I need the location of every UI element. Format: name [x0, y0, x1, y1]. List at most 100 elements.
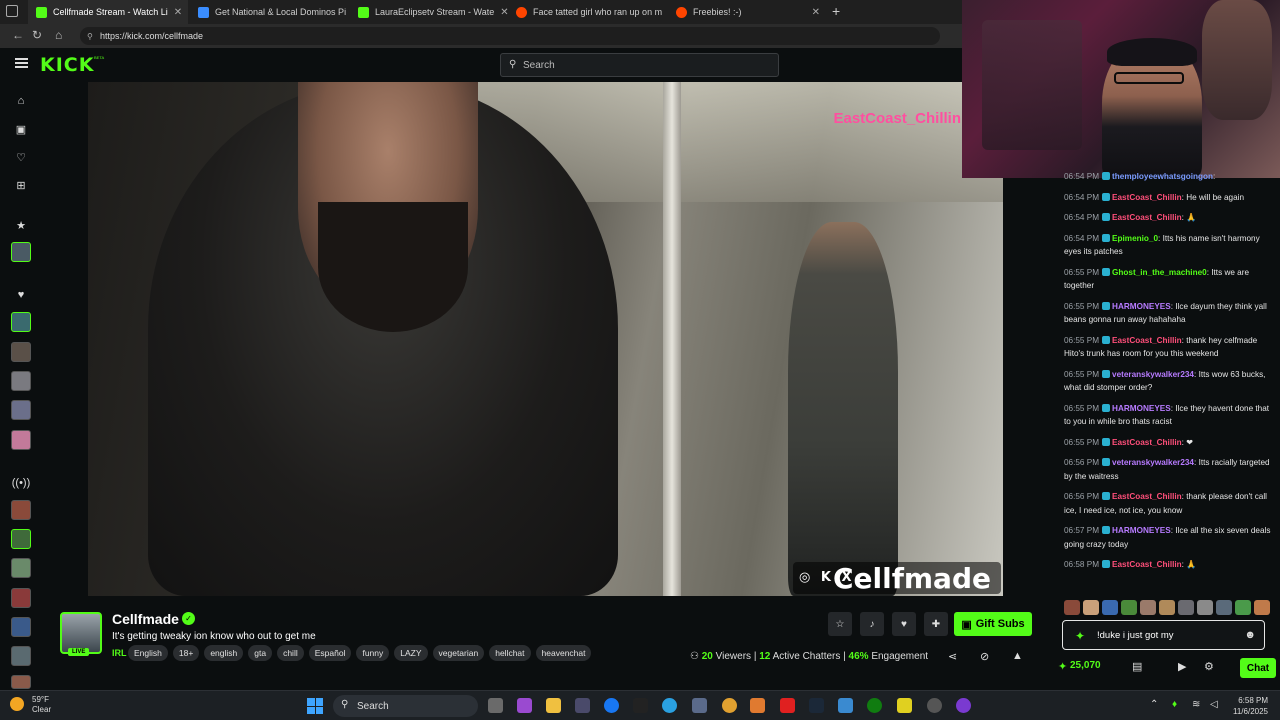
tab-actions-icon[interactable]: [6, 5, 18, 17]
live-channel-avatar[interactable]: [11, 558, 31, 578]
vlc-icon[interactable]: [750, 698, 765, 713]
favorite-star-button[interactable]: ☆: [828, 612, 852, 636]
stream-tag[interactable]: vegetarian: [432, 645, 485, 661]
live-channel-avatar[interactable]: [11, 617, 31, 637]
follow-heart-button[interactable]: ♥: [892, 612, 916, 636]
emoji-picker-icon[interactable]: ☻: [1244, 629, 1256, 641]
message-username[interactable]: EastCoast_Chillin: [1112, 336, 1182, 345]
hide-icon[interactable]: ⊘: [980, 650, 989, 663]
stream-tag[interactable]: gta: [248, 645, 273, 661]
windows-start-icon[interactable]: [307, 698, 323, 714]
stream-tag[interactable]: english: [204, 645, 244, 661]
taskbar-search[interactable]: ⚲ Search: [333, 695, 478, 717]
sparkle-icon[interactable]: ✦: [1075, 629, 1085, 643]
stream-tag[interactable]: Español: [308, 645, 352, 661]
back-icon[interactable]: ←: [12, 28, 24, 42]
recommended-channel-avatar[interactable]: [11, 242, 31, 262]
emote[interactable]: [1254, 600, 1270, 615]
live-channel-avatar[interactable]: [11, 675, 31, 689]
stream-tag[interactable]: 18+: [172, 645, 200, 661]
channel-points[interactable]: 25,070: [1070, 660, 1101, 671]
channel-name[interactable]: Cellfmade: [112, 611, 179, 627]
home-icon[interactable]: ⌂: [12, 92, 30, 110]
live-channel-avatar[interactable]: [11, 500, 31, 520]
stream-tag[interactable]: English: [128, 645, 168, 661]
stream-tag[interactable]: LAZY: [394, 645, 428, 661]
system-clock[interactable]: 6:58 PM 11/6/2025: [1233, 695, 1268, 717]
star-icon[interactable]: ★: [12, 216, 30, 234]
emote[interactable]: [1140, 600, 1156, 615]
close-tab-icon[interactable]: ✕: [812, 7, 820, 18]
youtube-icon[interactable]: [780, 698, 795, 713]
task-view-icon[interactable]: [488, 698, 503, 713]
share-icon[interactable]: ▶: [1178, 660, 1186, 673]
message-username[interactable]: EastCoast_Chillin: [1112, 492, 1182, 501]
report-icon[interactable]: ▲: [1012, 650, 1023, 662]
video-player[interactable]: EastCoast_Chillin ◎ K X Cellfmade: [88, 82, 1003, 596]
message-username[interactable]: EastCoast_Chillin: [1112, 438, 1182, 447]
new-tab-button[interactable]: +: [832, 3, 840, 19]
message-username[interactable]: HARMONEYES: [1112, 302, 1171, 311]
volume-icon[interactable]: ◁: [1210, 699, 1218, 710]
reload-icon[interactable]: ↻: [32, 28, 42, 42]
facebook-icon[interactable]: [604, 698, 619, 713]
url-field[interactable]: ⚲ https://kick.com/cellfmade: [80, 27, 940, 45]
xbox-icon[interactable]: [867, 698, 882, 713]
followed-channel-avatar[interactable]: [11, 400, 31, 420]
share-icon[interactable]: ⋖: [948, 650, 957, 663]
close-tab-icon[interactable]: ✕: [174, 7, 182, 18]
emote[interactable]: [1159, 600, 1175, 615]
stream-tag[interactable]: hellchat: [489, 645, 531, 661]
browse-icon[interactable]: ▣: [12, 120, 30, 138]
edge-browser-icon[interactable]: [662, 698, 677, 713]
browser-tab-4[interactable]: Freebies! :-) ✕: [668, 0, 828, 24]
app-icon[interactable]: [838, 698, 853, 713]
hamburger-menu-icon[interactable]: [15, 58, 28, 68]
followed-channel-avatar[interactable]: [11, 342, 31, 362]
live-channels-icon[interactable]: ((•)): [12, 474, 31, 492]
message-username[interactable]: HARMONEYES: [1112, 404, 1171, 413]
steam-icon[interactable]: [809, 698, 824, 713]
stream-category[interactable]: IRL: [112, 648, 127, 658]
emote[interactable]: [1064, 600, 1080, 615]
browser-tab-3[interactable]: Face tatted girl who ran up on m ✕: [508, 0, 668, 24]
message-username[interactable]: EastCoast_Chillin: [1112, 193, 1182, 202]
settings-gear-icon[interactable]: ⚙: [1204, 660, 1214, 673]
notes-icon[interactable]: [897, 698, 912, 713]
live-channel-avatar[interactable]: [11, 529, 31, 549]
mic-icon[interactable]: ♦: [1172, 699, 1177, 710]
kick-logo[interactable]: KICK: [40, 54, 94, 76]
emote[interactable]: [1178, 600, 1194, 615]
emote[interactable]: [1121, 600, 1137, 615]
chat-input[interactable]: ✦ !duke i just got my ☻: [1062, 620, 1265, 650]
file-explorer-icon[interactable]: [546, 698, 561, 713]
categories-grid-icon[interactable]: ⊞: [12, 176, 30, 194]
message-username[interactable]: HARMONEYES: [1112, 526, 1171, 535]
message-username[interactable]: EastCoast_Chillin: [1112, 213, 1182, 222]
emote[interactable]: [1235, 600, 1251, 615]
calculator-icon[interactable]: [692, 698, 707, 713]
message-username[interactable]: veteranskywalker234: [1112, 370, 1194, 379]
site-info-icon[interactable]: ⚲: [87, 32, 93, 41]
following-heart-icon[interactable]: ♡: [12, 148, 30, 166]
browser-tab-0[interactable]: Cellfmade Stream - Watch Li ✕: [28, 0, 188, 24]
copilot-icon[interactable]: [517, 698, 532, 713]
emote[interactable]: [1083, 600, 1099, 615]
amazon-icon[interactable]: [633, 698, 648, 713]
followed-channel-avatar[interactable]: [11, 371, 31, 391]
notification-bell-button[interactable]: ♪: [860, 612, 884, 636]
stream-tag[interactable]: heavenchat: [535, 645, 592, 661]
obs-icon[interactable]: [927, 698, 942, 713]
home-icon[interactable]: ⌂: [55, 28, 62, 42]
close-tab-icon[interactable]: ✕: [500, 7, 508, 18]
stream-tag[interactable]: funny: [356, 645, 390, 661]
message-username[interactable]: EastCoast_Chillin: [1112, 560, 1182, 569]
live-channel-avatar[interactable]: [11, 588, 31, 608]
chrome-icon[interactable]: [722, 698, 737, 713]
gift-subs-button[interactable]: ▣ Gift Subs: [954, 612, 1032, 636]
message-username[interactable]: veteranskywalker234: [1112, 458, 1194, 467]
followed-channel-avatar[interactable]: [11, 312, 31, 332]
browser-tab-2[interactable]: LauraEclipsetv Stream - Wate ✕: [350, 0, 508, 24]
emote[interactable]: [1197, 600, 1213, 615]
store-app-icon[interactable]: [575, 698, 590, 713]
